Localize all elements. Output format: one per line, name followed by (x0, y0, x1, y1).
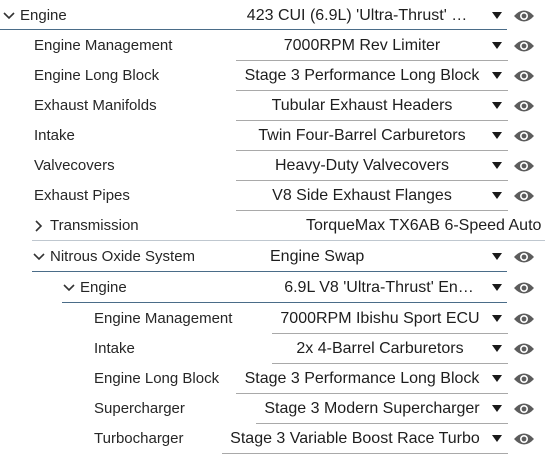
chevron-right-icon[interactable] (32, 211, 46, 241)
caret-down-icon[interactable] (492, 42, 502, 49)
tree-row-engine-management: Engine Management 7000RPM Rev Limiter (0, 31, 545, 61)
caret-down-icon[interactable] (492, 375, 502, 382)
caret-down-icon[interactable] (492, 102, 502, 109)
tree-row-turbocharger: Turbocharger Stage 3 Variable Boost Race… (0, 424, 545, 454)
eye-icon[interactable] (513, 429, 535, 449)
eye-icon[interactable] (513, 278, 535, 298)
part-select-value[interactable]: 423 CUI (6.9L) 'Ultra-Thrust' … (226, 1, 488, 31)
part-select-value[interactable]: V8 Side Exhaust Flanges (236, 181, 488, 211)
caret-down-icon[interactable] (492, 72, 502, 79)
chevron-down-icon[interactable] (62, 273, 76, 303)
part-select-value[interactable]: Tubular Exhaust Headers (236, 91, 488, 121)
eye-icon[interactable] (513, 339, 535, 359)
part-select-value[interactable]: Engine Swap (262, 242, 488, 272)
tree-row-nested-engine-management: Engine Management 7000RPM Ibishu Sport E… (0, 304, 545, 334)
caret-down-icon[interactable] (492, 345, 502, 352)
eye-icon[interactable] (513, 156, 535, 176)
tree-row-exhaust-pipes: Exhaust Pipes V8 Side Exhaust Flanges (0, 181, 545, 211)
eye-icon[interactable] (513, 247, 535, 267)
caret-down-icon[interactable] (492, 12, 502, 19)
tree-row-engine: Engine 423 CUI (6.9L) 'Ultra-Thrust' … (0, 1, 545, 31)
eye-icon[interactable] (513, 6, 535, 26)
tree-row-intake: Intake Twin Four-Barrel Carburetors (0, 121, 545, 151)
section-divider (0, 29, 507, 30)
eye-icon[interactable] (513, 126, 535, 146)
part-select-value[interactable]: Stage 3 Performance Long Block (236, 61, 488, 91)
tree-row-transmission: Transmission TorqueMax TX6AB 6-Speed Aut… (0, 211, 545, 241)
part-select-value[interactable]: 6.9L V8 'Ultra-Thrust' En… (270, 273, 488, 303)
part-select-value[interactable]: 7000RPM Ibishu Sport ECU (272, 304, 488, 334)
caret-down-icon[interactable] (492, 284, 502, 291)
part-select-value[interactable]: Stage 3 Variable Boost Race Turbo (222, 424, 488, 454)
part-slot-label: Engine (20, 7, 67, 24)
caret-down-icon[interactable] (492, 132, 502, 139)
tree-row-nested-engine: Engine 6.9L V8 'Ultra-Thrust' En… (0, 273, 545, 303)
part-slot-label: Intake (34, 127, 75, 144)
caret-down-icon[interactable] (492, 253, 502, 260)
caret-down-icon[interactable] (492, 435, 502, 442)
part-select-value[interactable]: 7000RPM Rev Limiter (236, 31, 488, 61)
eye-icon[interactable] (513, 399, 535, 419)
tree-row-exhaust-manifolds: Exhaust Manifolds Tubular Exhaust Header… (0, 91, 545, 121)
part-slot-label: Exhaust Manifolds (34, 97, 157, 114)
eye-icon[interactable] (513, 36, 535, 56)
tree-row-supercharger: Supercharger Stage 3 Modern Supercharger (0, 394, 545, 424)
caret-down-icon[interactable] (492, 192, 502, 199)
tree-row-nested-intake: Intake 2x 4-Barrel Carburetors (0, 334, 545, 364)
part-slot-label: Engine (80, 279, 127, 296)
part-select-value[interactable]: Stage 3 Performance Long Block (236, 364, 488, 394)
chevron-down-icon[interactable] (2, 1, 16, 31)
part-slot-label: Transmission (50, 217, 139, 234)
tree-row-nitrous-oxide-system: Nitrous Oxide System Engine Swap (0, 242, 545, 272)
caret-down-icon[interactable] (492, 315, 502, 322)
tree-row-nested-engine-long-block: Engine Long Block Stage 3 Performance Lo… (0, 364, 545, 394)
part-slot-label: Valvecovers (34, 157, 115, 174)
section-divider (32, 271, 507, 272)
eye-icon[interactable] (513, 186, 535, 206)
part-select-value[interactable]: Heavy-Duty Valvecovers (236, 151, 488, 181)
part-slot-label: Nitrous Oxide System (50, 248, 196, 265)
part-select-value[interactable]: Twin Four-Barrel Carburetors (236, 121, 488, 151)
section-divider (62, 302, 507, 303)
part-select-value[interactable]: Stage 3 Modern Supercharger (256, 394, 488, 424)
part-slot-label: Engine Long Block (94, 370, 220, 387)
eye-icon[interactable] (513, 66, 535, 86)
tree-row-engine-long-block: Engine Long Block Stage 3 Performance Lo… (0, 61, 545, 91)
row-divider (32, 240, 545, 241)
part-slot-label: Supercharger (94, 400, 185, 417)
tree-row-valvecovers: Valvecovers Heavy-Duty Valvecovers (0, 151, 545, 181)
part-slot-label: Turbocharger (94, 430, 184, 447)
part-value-text: TorqueMax TX6AB 6-Speed Auto (306, 217, 542, 234)
eye-icon[interactable] (513, 309, 535, 329)
part-select-value[interactable]: 2x 4-Barrel Carburetors (272, 334, 488, 364)
eye-icon[interactable] (513, 96, 535, 116)
eye-icon[interactable] (513, 369, 535, 389)
caret-down-icon[interactable] (492, 405, 502, 412)
part-slot-label: Intake (94, 340, 135, 357)
part-slot-label: Exhaust Pipes (34, 187, 130, 204)
chevron-down-icon[interactable] (32, 242, 46, 272)
part-slot-label: Engine Management (94, 310, 233, 327)
part-slot-label: Engine Long Block (34, 67, 160, 84)
part-slot-label: Engine Management (34, 37, 173, 54)
caret-down-icon[interactable] (492, 162, 502, 169)
